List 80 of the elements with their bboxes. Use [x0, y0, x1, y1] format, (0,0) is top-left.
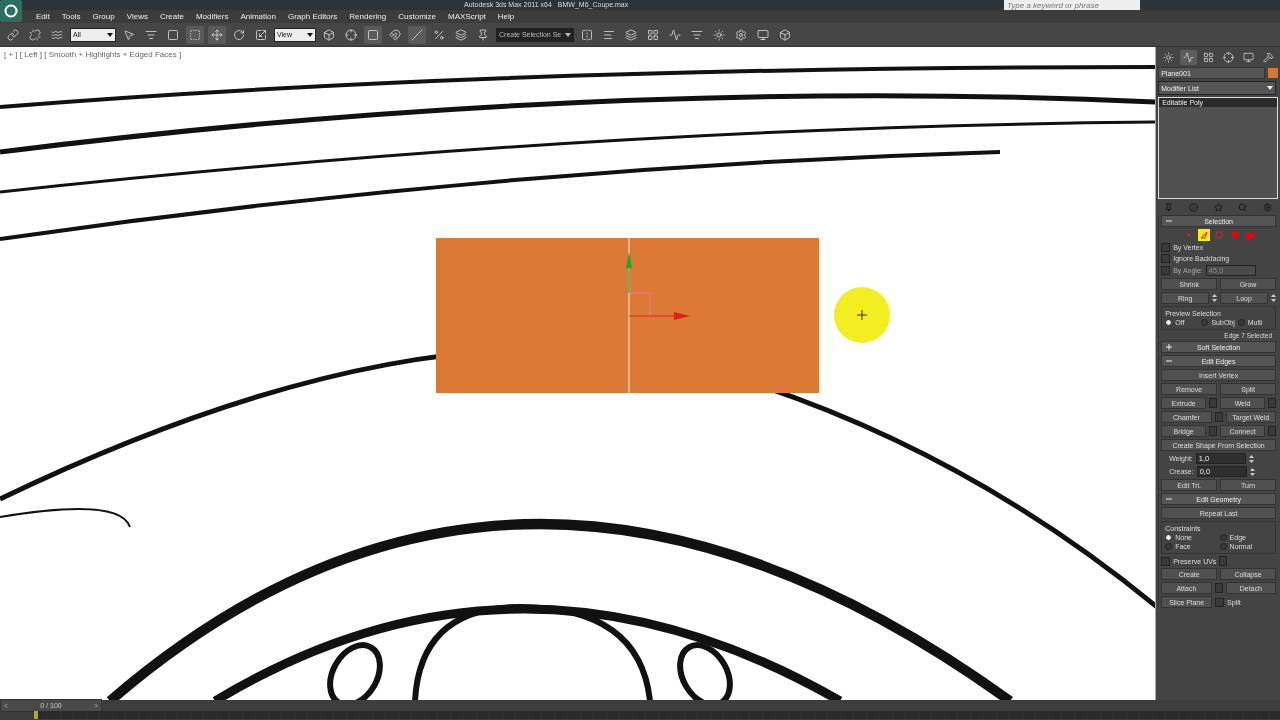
curve-editor-icon	[669, 28, 681, 41]
radio-button[interactable]	[1165, 543, 1173, 550]
minus-icon	[1166, 495, 1173, 502]
viewport-label[interactable]: [ + ] [ Left ] [ Smooth + Highlights + Edged Faces ]	[4, 50, 182, 59]
radio-button[interactable]	[1219, 543, 1227, 550]
move-button[interactable]	[208, 25, 226, 44]
percent-snap-icon	[433, 28, 445, 41]
wave-icon	[51, 28, 63, 41]
radio-button[interactable]	[1165, 534, 1173, 541]
scale-icon	[255, 28, 267, 41]
move-icon	[211, 28, 223, 41]
caret-icon	[565, 32, 571, 37]
hierarchy-icon	[1202, 52, 1214, 63]
radio-button[interactable]	[1165, 319, 1173, 326]
modify-tab[interactable]	[1179, 50, 1197, 65]
window-crossing-icon	[189, 28, 201, 41]
menu-item[interactable]: MAXScript	[442, 12, 492, 21]
menu-item[interactable]: Tools	[55, 12, 87, 21]
menu-item[interactable]: Group	[86, 12, 121, 21]
link-icon	[7, 28, 19, 41]
caret-icon	[307, 32, 313, 37]
element-mode-button[interactable]	[1242, 229, 1255, 241]
settings-icon	[1262, 202, 1272, 212]
logo-icon	[4, 4, 18, 18]
rectangle-icon	[167, 28, 179, 41]
menu-item[interactable]: Graph Editors	[281, 12, 344, 21]
menu-item[interactable]: Help	[491, 12, 521, 21]
target-icon	[1222, 52, 1234, 63]
unlink-icon	[29, 28, 41, 41]
border-icon	[1212, 229, 1225, 241]
checkbox[interactable]	[1215, 597, 1225, 607]
menu-item[interactable]: Customize	[392, 12, 443, 21]
minus-icon	[1166, 357, 1173, 364]
caret-icon	[107, 32, 113, 37]
checkbox[interactable]	[1161, 243, 1171, 252]
list-icon	[145, 28, 157, 41]
mirror-icon	[581, 28, 593, 41]
caret-icon	[1267, 86, 1274, 90]
edge-mode-button[interactable]	[1197, 229, 1210, 241]
info-icon	[1189, 202, 1199, 212]
app-logo[interactable]	[0, 0, 22, 22]
pointer-icon	[123, 28, 135, 41]
radio-button[interactable]	[1201, 319, 1209, 326]
radio-button[interactable]	[1237, 319, 1245, 326]
move-cursor-icon	[857, 310, 867, 320]
search-field[interactable]: Type a keyword or phrase	[1004, 0, 1140, 10]
spinner-arrows-icon[interactable]	[1249, 466, 1255, 477]
checkbox[interactable]	[1161, 556, 1171, 566]
timeline-marker[interactable]	[34, 711, 38, 719]
align-icon	[603, 28, 615, 41]
snap-icon	[389, 28, 401, 41]
checkbox[interactable]	[1161, 254, 1171, 263]
menu-item[interactable]: Edit	[30, 12, 56, 21]
sun-icon	[1162, 52, 1174, 63]
monitor-icon	[1242, 52, 1254, 63]
minus-icon	[1166, 217, 1173, 224]
timeline-track[interactable]	[34, 711, 1280, 719]
star-icon	[1213, 202, 1223, 212]
hammer-icon	[1262, 52, 1274, 63]
radio-button[interactable]	[1219, 534, 1227, 541]
spinner-arrows-icon[interactable]	[1212, 293, 1218, 303]
layer-icon	[625, 28, 637, 41]
spinner-arrows-icon[interactable]	[1271, 293, 1276, 303]
window-crossing-button[interactable]	[186, 25, 204, 44]
menu-item[interactable]: Create	[153, 12, 190, 21]
menu-item[interactable]: Modifiers	[189, 12, 235, 21]
frame-window-icon	[757, 28, 769, 41]
element-icon	[1242, 229, 1255, 241]
search-icon	[1238, 202, 1248, 212]
curve-icon	[1182, 52, 1194, 63]
render-setup-icon	[735, 28, 747, 41]
spinner-arrows-icon[interactable]	[1248, 453, 1254, 464]
rotate-icon	[233, 28, 245, 41]
object-color-swatch[interactable]	[1268, 68, 1278, 78]
pin-icon	[1164, 202, 1174, 212]
menu-item[interactable]: Animation	[234, 12, 282, 21]
grid-icon	[647, 28, 659, 41]
menu-item[interactable]: Rendering	[343, 12, 393, 21]
plus-icon	[1166, 343, 1173, 350]
menu-item[interactable]: Views	[120, 12, 154, 21]
